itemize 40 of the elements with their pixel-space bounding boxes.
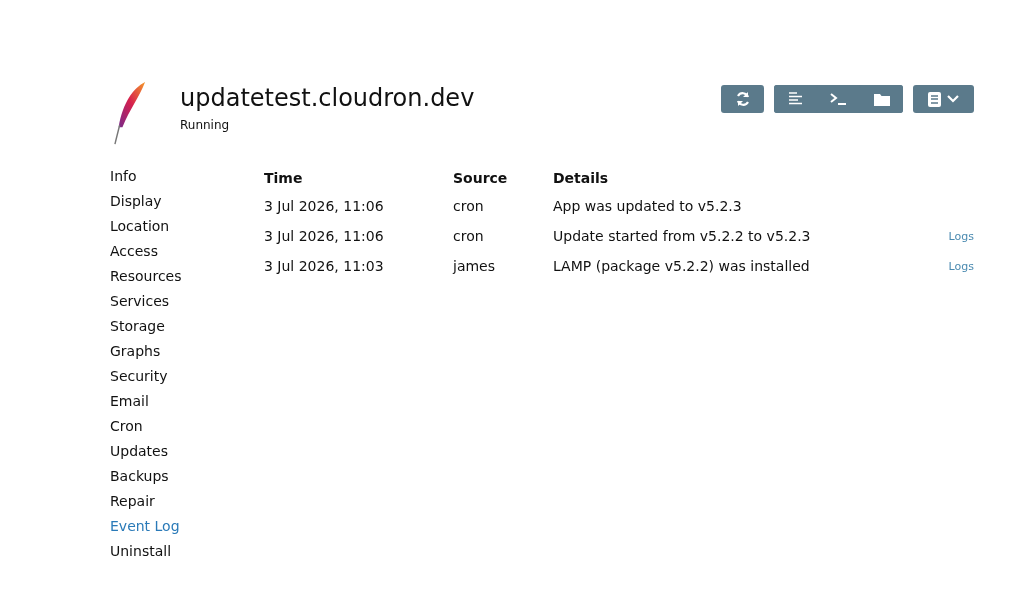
caret-icon xyxy=(947,95,959,103)
column-header: Details xyxy=(553,169,610,188)
table-cell: cron xyxy=(453,192,553,222)
sidebar-item[interactable]: Backups xyxy=(110,464,264,489)
sidebar-item[interactable]: Services xyxy=(110,289,264,314)
table-cell-text: Update started from v5.2.2 to v5.2.3 xyxy=(553,227,812,246)
table-cell: 3 Jul 2026, 11:03 xyxy=(264,252,453,282)
table-cell-text: App was updated to v5.2.3 xyxy=(553,197,743,216)
sidebar-item[interactable]: Uninstall xyxy=(110,539,264,564)
sidebar-item[interactable]: Location xyxy=(110,214,264,239)
sidebar-item[interactable]: Event Log xyxy=(110,514,264,539)
terminal-icon xyxy=(830,92,847,106)
sidebar-item[interactable]: Graphs xyxy=(110,339,264,364)
table-cell-text: james xyxy=(453,257,496,276)
refresh-button[interactable] xyxy=(721,85,764,113)
logs-link[interactable]: Logs xyxy=(948,229,974,243)
docs-dropdown-button[interactable] xyxy=(913,85,974,113)
sidebar-item[interactable]: Resources xyxy=(110,264,264,289)
table-cell: 3 Jul 2026, 11:06 xyxy=(264,222,453,252)
folder-icon xyxy=(873,92,890,106)
book-icon xyxy=(928,91,941,107)
refresh-icon xyxy=(734,91,751,107)
logs-link[interactable]: Logs xyxy=(948,259,974,273)
app-status: Running xyxy=(180,118,231,132)
app-title: updatetest.cloudron.dev xyxy=(180,84,476,112)
column-header: Time xyxy=(264,169,304,188)
table-cell-text: LAMP (package v5.2.2) was installed xyxy=(553,257,811,276)
sidebar-item[interactable]: Cron xyxy=(110,414,264,439)
table-cell: 3 Jul 2026, 11:06 xyxy=(264,192,453,222)
table-cell-text: cron xyxy=(453,227,485,246)
sidebar-item[interactable]: Storage xyxy=(110,314,264,339)
sidebar-item[interactable]: Info xyxy=(110,164,264,189)
sidebar-item[interactable]: Access xyxy=(110,239,264,264)
sidebar-item[interactable]: Repair xyxy=(110,489,264,514)
sidebar-item[interactable]: Email xyxy=(110,389,264,414)
sidebar-item[interactable]: Security xyxy=(110,364,264,389)
lines-icon xyxy=(788,92,803,106)
column-header: Source xyxy=(453,169,509,188)
sidebar-item[interactable]: Display xyxy=(110,189,264,214)
sidebar-item[interactable]: Updates xyxy=(110,439,264,464)
